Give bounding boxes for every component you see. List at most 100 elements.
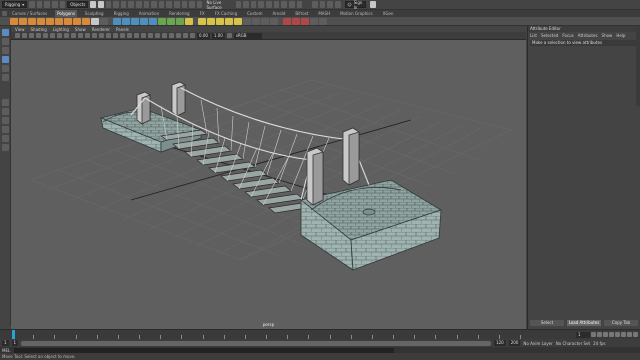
- node-editor-icon[interactable]: [1, 144, 9, 151]
- super-shape-icon[interactable]: [82, 17, 90, 25]
- select-by-surface-icon[interactable]: [136, 1, 142, 8]
- snap-grid-icon[interactable]: [166, 1, 173, 8]
- shelf-tab[interactable]: Sculpting: [83, 10, 106, 17]
- extrude-icon[interactable]: [198, 17, 206, 25]
- shelf-tab[interactable]: FX: [198, 10, 207, 17]
- attr-menu-item[interactable]: Help: [616, 33, 625, 38]
- scale-tool-icon[interactable]: [1, 74, 9, 81]
- poly-sphere-icon[interactable]: [10, 17, 18, 25]
- panel-menu-item[interactable]: Lighting: [53, 27, 69, 32]
- shelf-tab[interactable]: Rendering: [167, 10, 191, 17]
- character-set-dropdown[interactable]: No Character Set: [556, 341, 590, 346]
- select-by-deform-icon[interactable]: [143, 1, 150, 8]
- poly-disc-icon[interactable]: [64, 17, 72, 25]
- shelf-tab[interactable]: Animation: [137, 10, 161, 17]
- image-plane-icon[interactable]: [36, 33, 41, 38]
- shelf-tab[interactable]: Bifrost: [293, 10, 310, 17]
- current-frame-field[interactable]: 1: [576, 332, 590, 338]
- playback-end-field[interactable]: 120: [494, 340, 506, 346]
- go-to-start-icon[interactable]: [591, 332, 596, 337]
- attr-menu-item[interactable]: Attributes: [578, 33, 598, 38]
- outliner-icon[interactable]: [1, 135, 9, 142]
- poly-cylinder-icon[interactable]: [28, 17, 36, 25]
- xray-joints-icon[interactable]: [183, 33, 188, 38]
- output-ops-icon[interactable]: [243, 1, 249, 8]
- select-by-curve-icon[interactable]: [128, 1, 134, 8]
- panel-menu-item[interactable]: View: [15, 27, 25, 32]
- shelf-tab[interactable]: Curves / Surfaces: [10, 10, 49, 17]
- textured-icon[interactable]: [120, 33, 125, 38]
- panel-menu-item[interactable]: Renderer: [92, 27, 110, 32]
- backface-culling-icon[interactable]: [190, 33, 195, 38]
- connect-icon[interactable]: [261, 17, 269, 25]
- poly-torus-icon[interactable]: [46, 17, 54, 25]
- sign-in-button[interactable]: ☺ Sign In: [344, 0, 367, 10]
- persp-outliner-icon[interactable]: [1, 117, 9, 124]
- persp-graph-icon[interactable]: [1, 126, 9, 133]
- camera-sequencer-icon[interactable]: [334, 1, 341, 8]
- shelf-tab[interactable]: Rigging: [112, 10, 131, 17]
- shelf-tab[interactable]: Custom: [245, 10, 264, 17]
- bookmark-icon[interactable]: [29, 33, 34, 38]
- camera-attributes-icon[interactable]: [22, 33, 27, 38]
- side-panel-tabs[interactable]: [636, 26, 640, 106]
- shelf-settings-icon[interactable]: [2, 11, 7, 16]
- viewport-persp[interactable]: persp: [11, 40, 526, 329]
- select-button[interactable]: Select: [530, 320, 564, 326]
- attr-menu-item[interactable]: Selected: [541, 33, 558, 38]
- move-tool-icon[interactable]: [1, 56, 9, 63]
- select-by-dynamic-icon[interactable]: [151, 1, 157, 8]
- attr-menu-item[interactable]: Focus: [562, 33, 573, 38]
- new-scene-icon[interactable]: [29, 1, 35, 8]
- lasso-tool-icon[interactable]: [1, 38, 9, 45]
- step-forward-frame-icon[interactable]: [621, 332, 626, 337]
- range-bar[interactable]: [21, 340, 492, 346]
- retopologize-icon[interactable]: [176, 17, 184, 25]
- xform-icon[interactable]: [327, 1, 333, 8]
- four-view-icon[interactable]: [1, 108, 9, 115]
- shelf-tab[interactable]: MASH: [316, 10, 332, 17]
- bridge-icon[interactable]: [207, 17, 215, 25]
- start-frame-field[interactable]: 1: [2, 340, 9, 346]
- shadows-icon[interactable]: [134, 33, 139, 38]
- render-settings-icon[interactable]: [281, 1, 287, 8]
- uv-editor-icon[interactable]: [283, 17, 291, 25]
- shelf-tab-active[interactable]: Polygons: [55, 10, 77, 17]
- multisample-aa-icon[interactable]: [155, 33, 160, 38]
- shelf-tab[interactable]: FX Caching: [213, 10, 239, 17]
- snap-curve-icon[interactable]: [174, 1, 180, 8]
- safe-title-icon[interactable]: [85, 33, 90, 38]
- load-attributes-button[interactable]: Load Attributes: [567, 320, 601, 326]
- construction-history-icon[interactable]: [250, 1, 257, 8]
- film-gate-icon[interactable]: [50, 33, 55, 38]
- ipr-render-icon[interactable]: [273, 1, 280, 8]
- object-mode-icon[interactable]: [97, 1, 104, 8]
- gate-mask-icon[interactable]: [64, 33, 69, 38]
- shelf-tab[interactable]: Motion Graphics: [338, 10, 375, 17]
- snap-point-icon[interactable]: [181, 1, 188, 8]
- hierarchy-mode-icon[interactable]: [90, 1, 96, 8]
- reduce-icon[interactable]: [158, 17, 166, 25]
- smooth-shade-icon[interactable]: [99, 33, 104, 38]
- shelf-tab[interactable]: XGen: [381, 10, 396, 17]
- smooth-icon[interactable]: [149, 17, 157, 25]
- copy-tab-button[interactable]: Copy Tab: [604, 320, 638, 326]
- use-all-lights-icon[interactable]: [127, 33, 132, 38]
- select-by-joint-icon[interactable]: [120, 1, 127, 8]
- fill-hole-icon[interactable]: [225, 17, 233, 25]
- safe-action-icon[interactable]: [78, 33, 83, 38]
- planar-mapping-icon[interactable]: [292, 17, 300, 25]
- render-view-icon[interactable]: [258, 1, 265, 8]
- open-scene-icon[interactable]: [36, 1, 43, 8]
- save-scene-icon[interactable]: [44, 1, 50, 8]
- quad-draw-icon[interactable]: [270, 17, 278, 25]
- anim-layer-dropdown[interactable]: No Anim Layer: [523, 341, 552, 346]
- undo-icon[interactable]: [52, 1, 58, 8]
- svg-icon[interactable]: [100, 17, 108, 25]
- poly-cube-icon[interactable]: [19, 17, 27, 25]
- redo-icon[interactable]: [59, 1, 66, 8]
- far-clip-field[interactable]: 1.00: [211, 32, 225, 39]
- panel-menu-item[interactable]: Show: [75, 27, 86, 32]
- platonic-solid-icon[interactable]: [73, 17, 81, 25]
- field-chart-icon[interactable]: [71, 33, 76, 38]
